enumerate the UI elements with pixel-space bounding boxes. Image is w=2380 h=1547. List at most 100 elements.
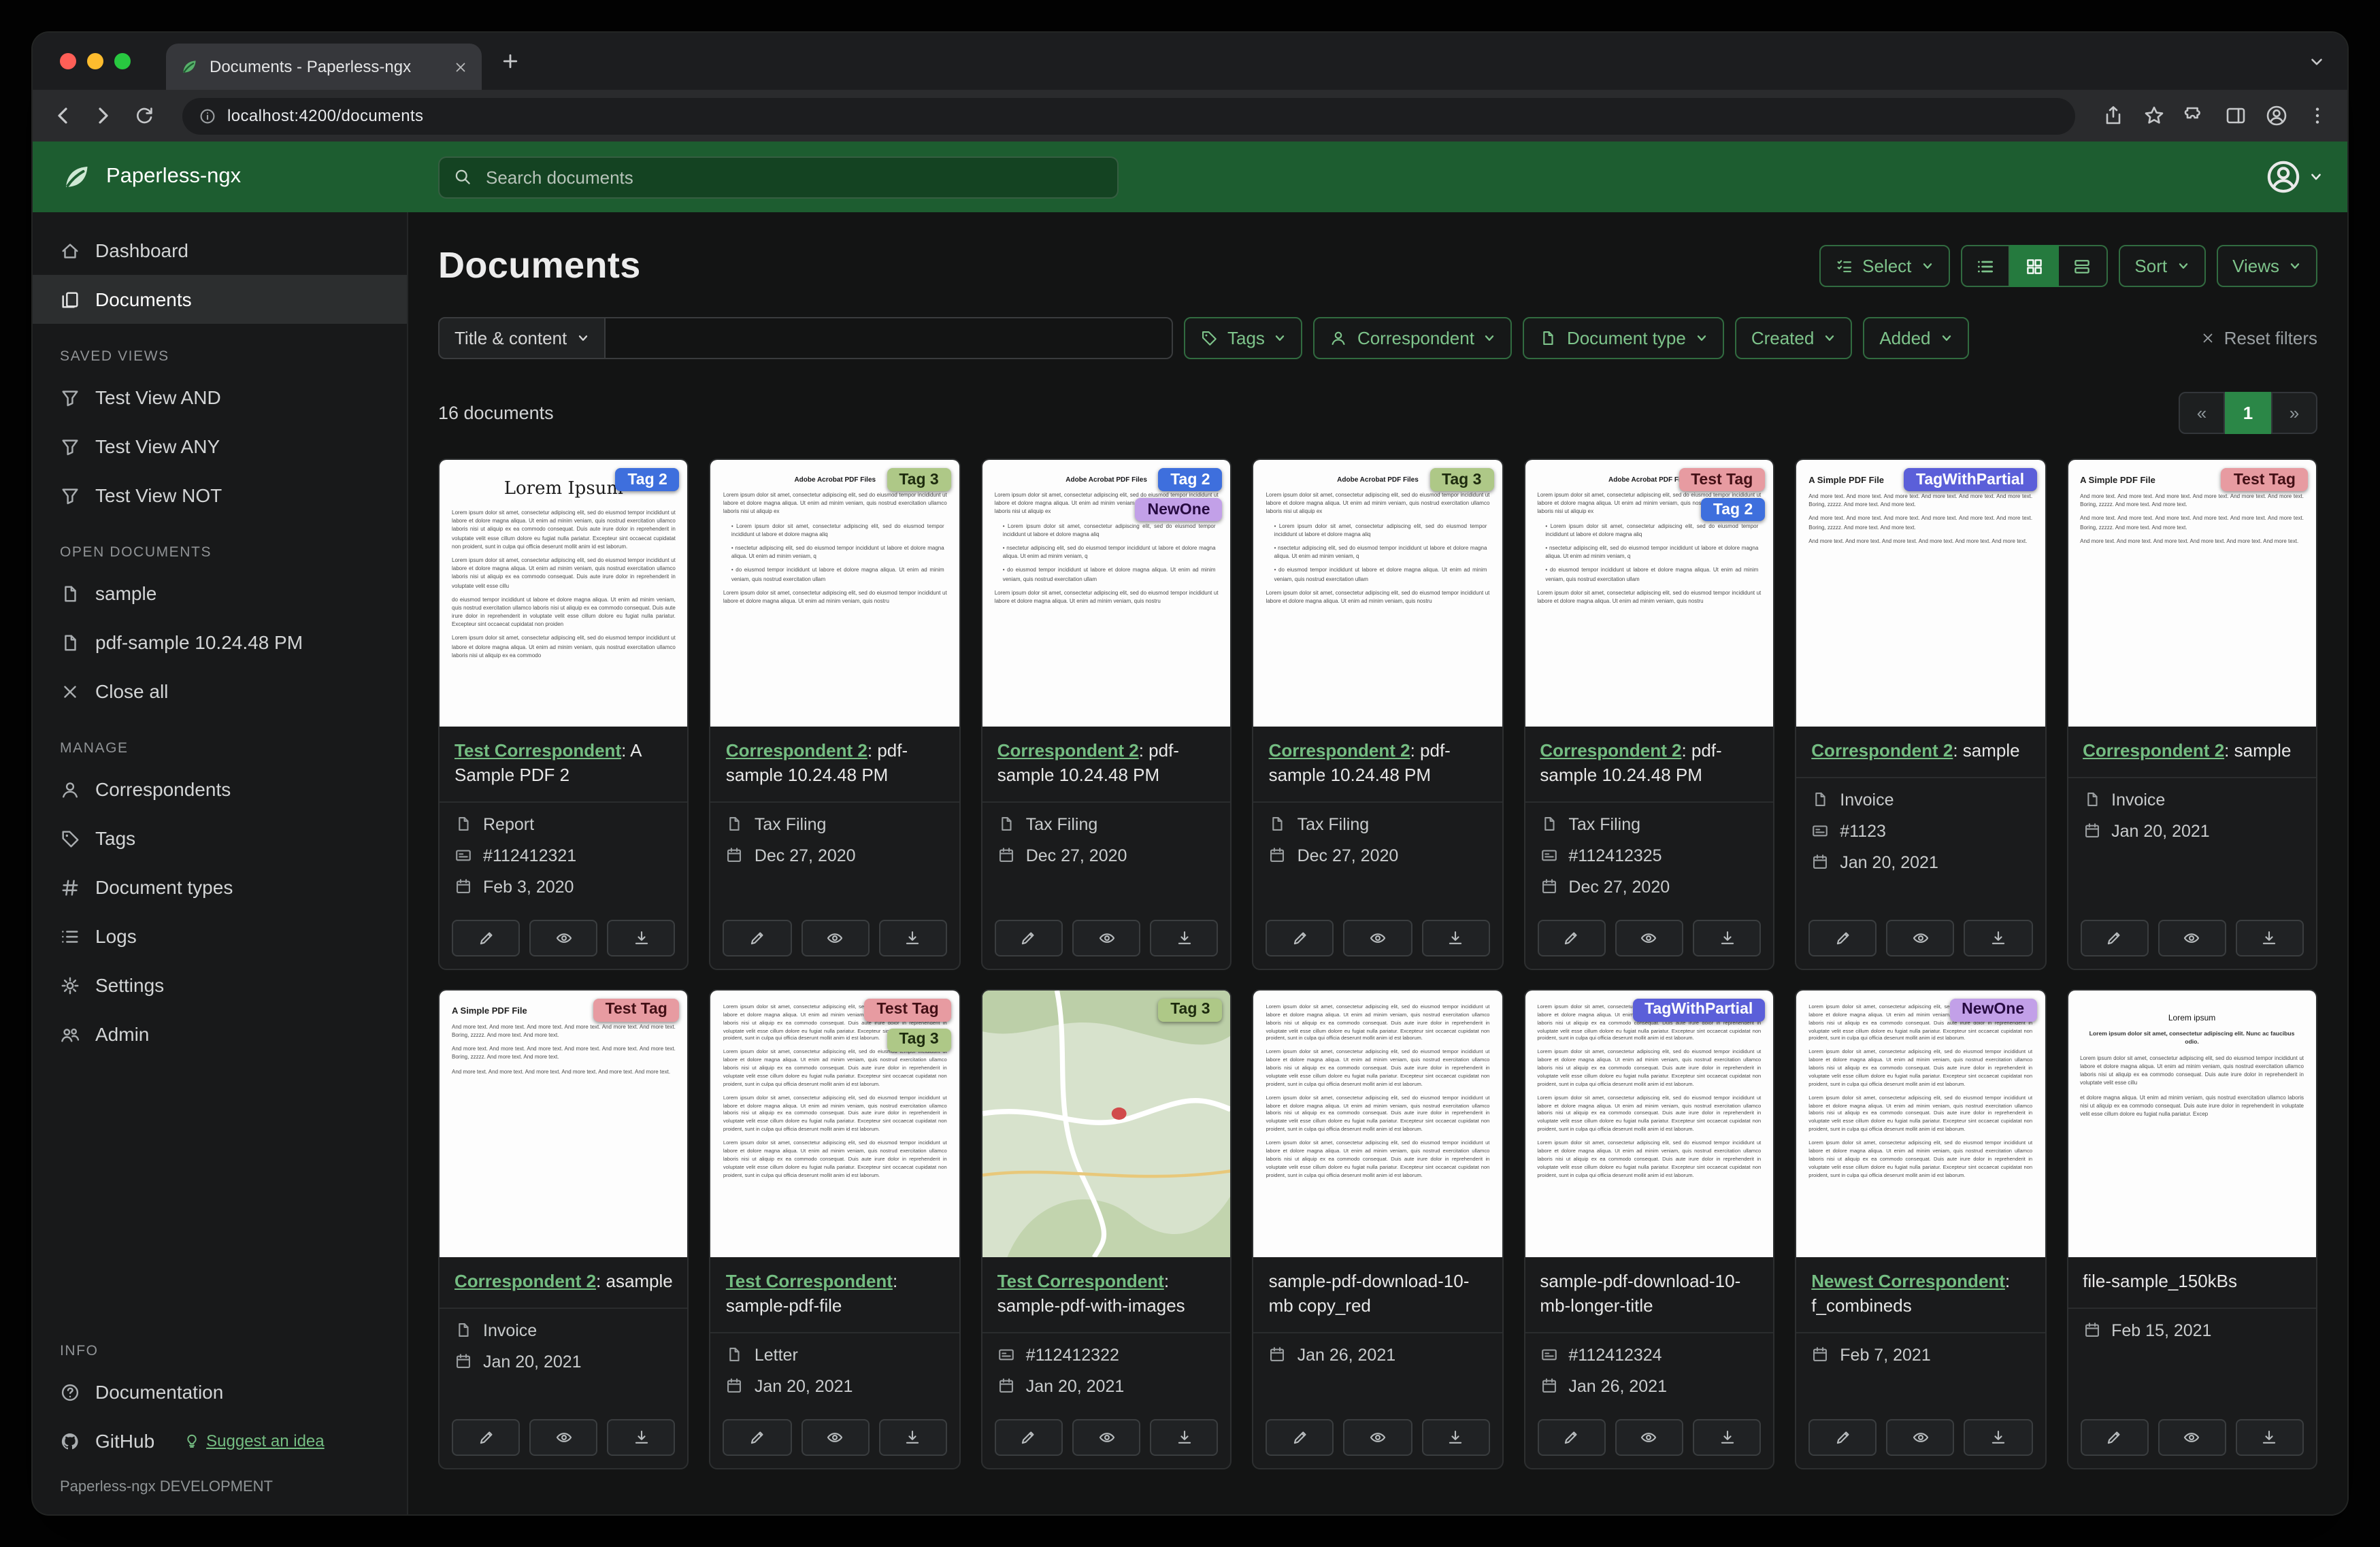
- reset-filters-button[interactable]: Reset filters: [2201, 328, 2317, 348]
- view-button[interactable]: [1072, 1418, 1141, 1456]
- view-button[interactable]: [1615, 919, 1683, 957]
- correspondent-link[interactable]: Correspondent 2: [1540, 740, 1681, 761]
- sidebar-item-test-view-not[interactable]: Test View NOT: [33, 471, 407, 520]
- sidebar-item-documents[interactable]: Documents: [33, 275, 407, 324]
- tab-close-icon[interactable]: [453, 59, 468, 74]
- tag-badge[interactable]: Test Tag: [2221, 468, 2308, 491]
- edit-button[interactable]: [1266, 1418, 1334, 1456]
- sidebar-item-documentation[interactable]: Documentation: [33, 1367, 407, 1416]
- document-title[interactable]: Correspondent 2: pdf-sample 10.24.48 PM: [711, 727, 959, 801]
- download-button[interactable]: [1421, 919, 1490, 957]
- view-button[interactable]: [1886, 919, 1955, 957]
- tag-badge[interactable]: TagWithPartial: [1632, 998, 1766, 1022]
- tag-badge[interactable]: Test Tag: [593, 998, 680, 1022]
- global-search[interactable]: [438, 156, 1119, 198]
- tab-search-chevron-icon[interactable]: [2308, 52, 2326, 70]
- sidebar-item-dashboard[interactable]: Dashboard: [33, 226, 407, 275]
- tag-badge[interactable]: NewOne: [1135, 498, 1223, 521]
- browser-tab[interactable]: Documents - Paperless-ngx: [166, 44, 482, 90]
- address-bar[interactable]: localhost:4200/documents: [182, 97, 2075, 134]
- edit-button[interactable]: [2080, 1418, 2149, 1456]
- new-tab-button[interactable]: [501, 52, 520, 71]
- download-button[interactable]: [607, 1418, 676, 1456]
- document-thumbnail[interactable]: A Simple PDF File And more text. And more…: [440, 990, 688, 1257]
- document-thumbnail[interactable]: Lorem ipsum dolor sit amet, consectetur …: [1525, 990, 1774, 1257]
- tag-badge[interactable]: TagWithPartial: [1904, 468, 2037, 491]
- document-thumbnail[interactable]: Lorem ipsum dolor sit amet, consectetur …: [1796, 990, 2045, 1257]
- tag-badge[interactable]: Tag 3: [887, 1028, 951, 1052]
- document-thumbnail[interactable]: Lorem Ipsum Lorem ipsum dolor sit amet, c…: [440, 460, 688, 727]
- back-button[interactable]: [52, 105, 73, 127]
- tag-badge[interactable]: Tag 3: [1158, 998, 1223, 1022]
- document-thumbnail[interactable]: Adobe Acrobat PDF Files Lorem ipsum dolor…: [1525, 460, 1774, 727]
- side-panel-icon[interactable]: [2225, 105, 2247, 127]
- filter-text-input[interactable]: [605, 317, 1173, 359]
- bookmark-star-icon[interactable]: [2143, 105, 2165, 127]
- sidebar-item-pdf-sample-10-24-48-pm[interactable]: pdf-sample 10.24.48 PM: [33, 618, 407, 667]
- filter-added-button[interactable]: Added: [1863, 317, 1969, 359]
- maximize-window-button[interactable]: [114, 53, 131, 69]
- sidebar-item-settings[interactable]: Settings: [33, 961, 407, 1010]
- download-button[interactable]: [2235, 919, 2304, 957]
- view-button[interactable]: [1343, 1418, 1412, 1456]
- correspondent-link[interactable]: Test Correspondent: [997, 1271, 1164, 1291]
- document-title[interactable]: Correspondent 2: pdf-sample 10.24.48 PM: [982, 727, 1231, 801]
- download-button[interactable]: [607, 919, 676, 957]
- correspondent-link[interactable]: Test Correspondent: [726, 1271, 893, 1291]
- view-button[interactable]: [529, 1418, 598, 1456]
- document-title[interactable]: Correspondent 2: sample: [2068, 727, 2316, 777]
- sidebar-item-tags[interactable]: Tags: [33, 814, 407, 863]
- sidebar-item-admin[interactable]: Admin: [33, 1010, 407, 1059]
- user-menu[interactable]: [2266, 159, 2323, 195]
- edit-button[interactable]: [723, 919, 792, 957]
- sidebar-item-logs[interactable]: Logs: [33, 912, 407, 961]
- filter-field-button[interactable]: Title & content: [438, 317, 606, 359]
- sidebar-item-close-all[interactable]: Close all: [33, 667, 407, 716]
- filter-doctype-button[interactable]: Document type: [1523, 317, 1724, 359]
- edit-button[interactable]: [452, 1418, 520, 1456]
- tag-badge[interactable]: Test Tag: [864, 998, 951, 1022]
- view-button[interactable]: [2158, 1418, 2226, 1456]
- view-grid-button[interactable]: [2009, 245, 2059, 287]
- view-button[interactable]: [801, 919, 870, 957]
- sidebar-item-github[interactable]: GitHub Suggest an idea: [33, 1416, 407, 1465]
- document-thumbnail[interactable]: Lorem ipsum dolor sit amet, consectetur …: [1253, 990, 1502, 1257]
- document-title[interactable]: Test Correspondent: sample-pdf-file: [711, 1257, 959, 1332]
- edit-button[interactable]: [994, 919, 1063, 957]
- view-button[interactable]: [2158, 919, 2226, 957]
- download-button[interactable]: [1150, 919, 1219, 957]
- tag-badge[interactable]: NewOne: [1949, 998, 2037, 1022]
- document-title[interactable]: Test Correspondent: A Sample PDF 2: [440, 727, 688, 801]
- tag-badge[interactable]: Tag 2: [1158, 468, 1223, 491]
- document-thumbnail[interactable]: A Simple PDF File And more text. And more…: [2068, 460, 2316, 727]
- download-button[interactable]: [1150, 1418, 1219, 1456]
- extensions-icon[interactable]: [2184, 105, 2206, 127]
- tag-badge[interactable]: Tag 3: [887, 468, 951, 491]
- tag-badge[interactable]: Tag 2: [1700, 498, 1766, 521]
- filter-correspondent-button[interactable]: Correspondent: [1313, 317, 1513, 359]
- download-button[interactable]: [878, 1418, 947, 1456]
- correspondent-link[interactable]: Correspondent 2: [2083, 740, 2224, 761]
- download-button[interactable]: [1692, 1418, 1762, 1456]
- tag-badge[interactable]: Test Tag: [1679, 468, 1766, 491]
- edit-button[interactable]: [1537, 1418, 1606, 1456]
- view-button[interactable]: [801, 1418, 870, 1456]
- minimize-window-button[interactable]: [87, 53, 103, 69]
- document-title[interactable]: Test Correspondent: sample-pdf-with-imag…: [982, 1257, 1231, 1332]
- document-thumbnail[interactable]: Adobe Acrobat PDF Files Lorem ipsum dolor…: [982, 460, 1231, 727]
- browser-menu-icon[interactable]: [2307, 105, 2328, 127]
- document-title[interactable]: sample-pdf-download-10-mb-longer-title: [1525, 1257, 1773, 1332]
- download-button[interactable]: [878, 919, 947, 957]
- app-brand[interactable]: Paperless-ngx: [60, 161, 438, 193]
- document-title[interactable]: Correspondent 2: sample: [1796, 727, 2045, 777]
- correspondent-link[interactable]: Correspondent 2: [997, 740, 1139, 761]
- view-button[interactable]: [1615, 1418, 1683, 1456]
- tag-badge[interactable]: Tag 3: [1429, 468, 1494, 491]
- correspondent-link[interactable]: Correspondent 2: [1269, 740, 1410, 761]
- correspondent-link[interactable]: Correspondent 2: [1811, 740, 1953, 761]
- views-button[interactable]: Views: [2216, 245, 2317, 287]
- document-title[interactable]: Newest Correspondent: f_combineds: [1796, 1257, 2045, 1332]
- download-button[interactable]: [2235, 1418, 2304, 1456]
- correspondent-link[interactable]: Correspondent 2: [726, 740, 867, 761]
- sidebar-item-sample[interactable]: sample: [33, 569, 407, 618]
